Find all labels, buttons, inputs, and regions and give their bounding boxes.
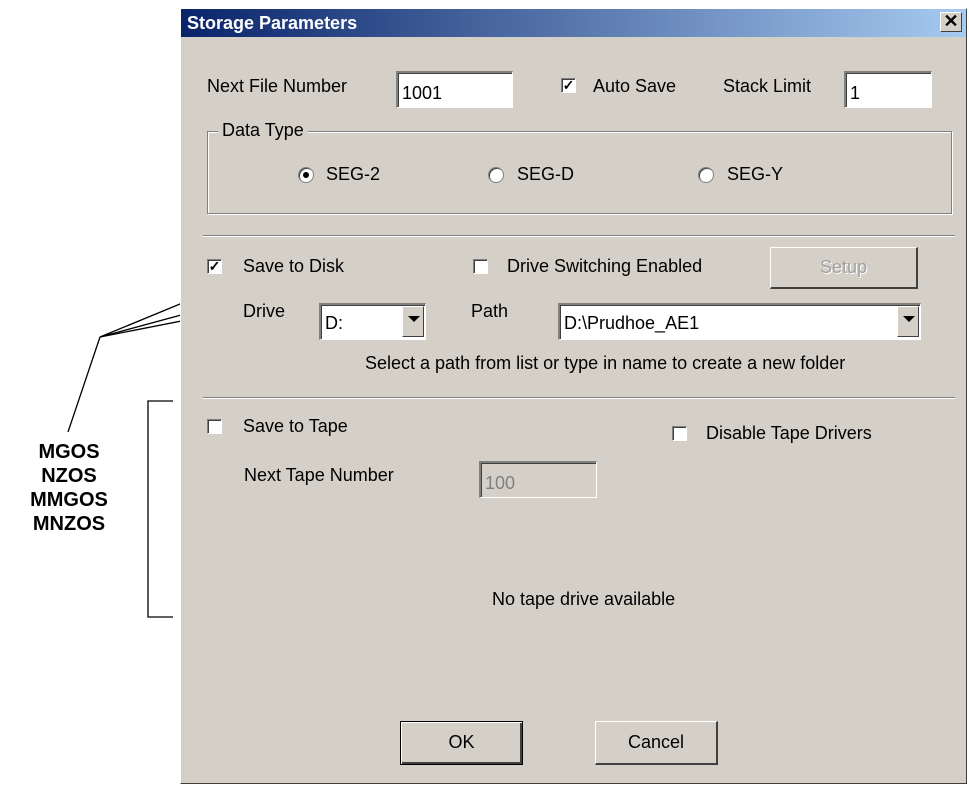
close-button[interactable]: ✕ [940,12,962,32]
drive-label: Drive [243,301,286,321]
auto-save-checkbox[interactable]: ✓ [561,78,576,93]
data-type-legend: Data Type [218,120,308,141]
separator [203,235,955,237]
annotation-leader-line [67,336,101,433]
ok-button[interactable]: OK [400,721,523,765]
next-file-number-label: Next File Number [207,76,348,96]
drive-switching-label: Drive Switching Enabled [507,256,703,276]
separator [203,397,955,399]
disable-tape-drivers-checkbox[interactable] [672,426,687,441]
seg-y-radio[interactable] [698,167,714,183]
storage-parameters-dialog: Storage Parameters ✕ Next File Number 10… [180,8,967,784]
radio-selected-dot [303,172,309,178]
chevron-down-icon[interactable] [897,306,919,337]
stack-limit-label: Stack Limit [723,76,812,96]
os-annotation: MGOS NZOS MMGOS MNZOS [10,440,128,536]
path-label: Path [471,301,509,321]
setup-button[interactable]: Setup [770,247,918,289]
seg-d-label: SEG-D [517,164,575,184]
save-to-disk-label: Save to Disk [243,256,345,276]
dialog-title: Storage Parameters [187,13,358,33]
tape-status-text: No tape drive available [492,589,676,609]
annotation-line: MNZOS [32,513,106,535]
disable-tape-drivers-label: Disable Tape Drivers [706,423,872,443]
next-tape-number-field[interactable]: 100 [479,461,597,498]
data-type-group [207,131,952,214]
next-file-number-field[interactable]: 1001 [396,71,513,108]
seg-2-label: SEG-2 [326,164,381,184]
chevron-down-icon[interactable] [402,306,424,337]
checkmark-icon: ✓ [562,77,575,93]
save-to-tape-checkbox[interactable] [207,419,222,434]
stack-limit-field[interactable]: 1 [844,71,932,108]
drive-switching-checkbox[interactable] [473,259,488,274]
checkmark-icon: ✓ [208,258,221,274]
tape-bracket [147,400,173,618]
drive-value: D: [325,313,343,333]
cancel-button[interactable]: Cancel [595,721,718,765]
path-value: D:\Prudhoe_AE1 [564,313,700,333]
path-select[interactable]: D:\Prudhoe_AE1 [558,303,921,340]
seg-d-radio[interactable] [488,167,504,183]
save-to-tape-label: Save to Tape [243,416,348,436]
drive-select[interactable]: D: [319,303,426,340]
annotation-line: MGOS [38,441,100,463]
title-bar[interactable]: Storage Parameters ✕ [181,9,966,37]
close-icon: ✕ [943,11,959,31]
seg-y-label: SEG-Y [727,164,784,184]
auto-save-label: Auto Save [593,76,677,96]
seg-2-radio[interactable] [298,167,314,183]
path-hint: Select a path from list or type in name … [365,353,846,373]
save-to-disk-checkbox[interactable]: ✓ [207,259,222,274]
next-tape-number-label: Next Tape Number [244,465,394,485]
annotation-line: MMGOS [30,489,108,511]
annotation-line: NZOS [41,465,97,487]
